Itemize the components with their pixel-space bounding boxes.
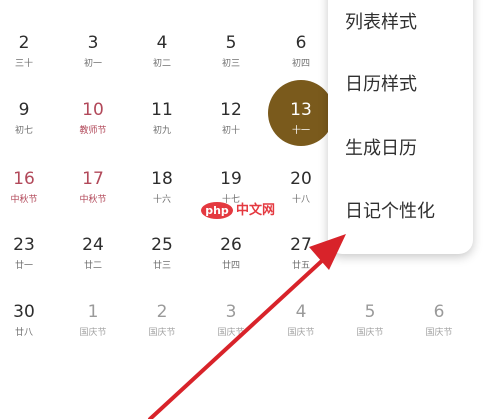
php-logo: php: [201, 201, 233, 219]
site-watermark: php 中文网: [201, 201, 275, 219]
watermark-text: 中文网: [236, 202, 276, 218]
arrow-head: [309, 234, 346, 270]
arrow-shaft: [148, 256, 327, 419]
